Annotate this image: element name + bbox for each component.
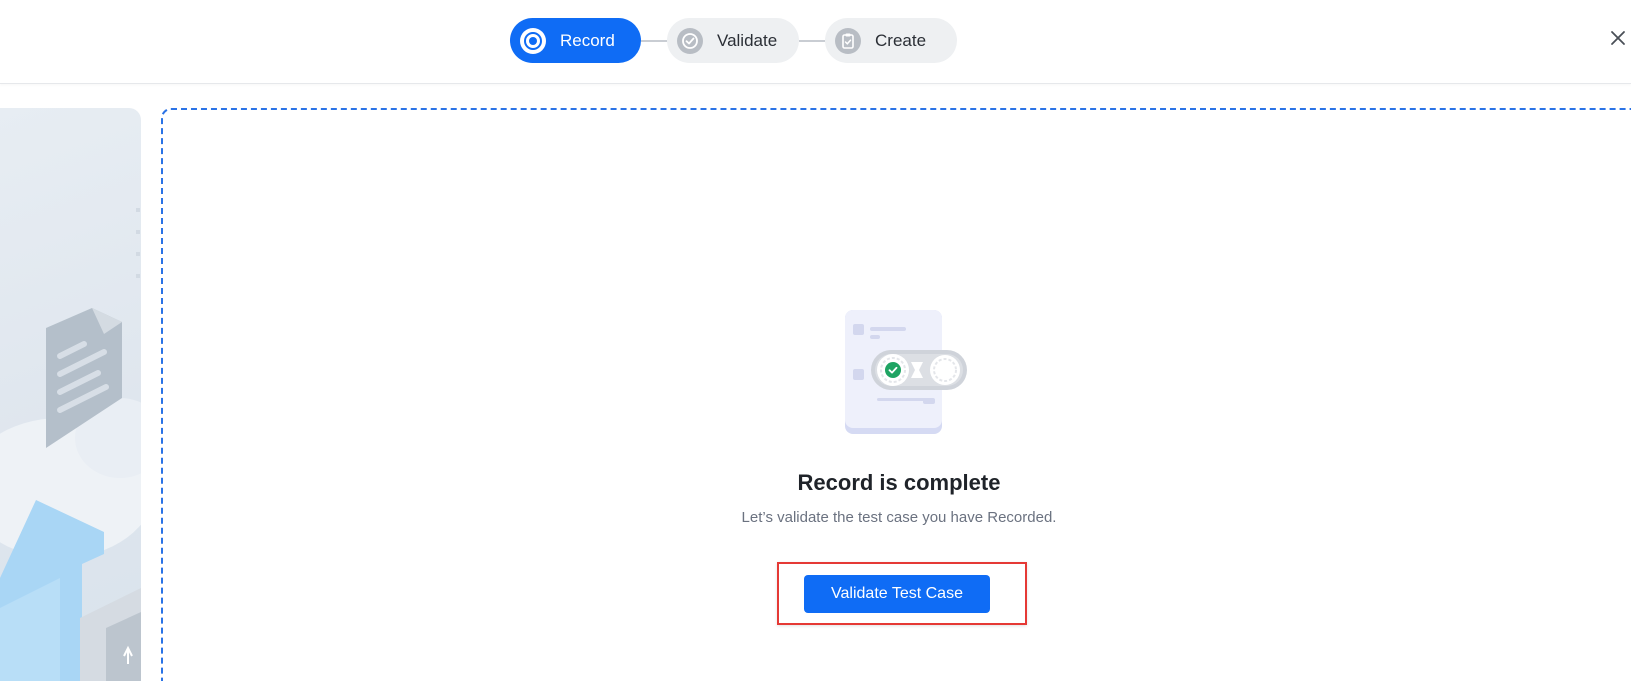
page-subtitle: Let’s validate the test case you have Re… — [741, 509, 1057, 526]
step-create-label: Create — [875, 30, 927, 50]
check-circle-icon — [677, 27, 703, 54]
close-button[interactable] — [1608, 28, 1628, 48]
app-window: Record Validate Create Record is complet… — [0, 0, 1631, 681]
step-validate-label: Validate — [717, 30, 778, 50]
step-validate[interactable]: Validate — [667, 18, 799, 63]
step-connector — [641, 39, 667, 42]
validate-test-case-button[interactable]: Validate Test Case — [804, 575, 990, 613]
page-title: Record is complete — [797, 470, 1001, 495]
step-record-label: Record — [560, 30, 615, 50]
step-create[interactable]: Create — [825, 18, 957, 63]
header-bar: Record Validate Create — [0, 0, 1631, 84]
record-complete-illustration — [845, 310, 970, 438]
step-record[interactable]: Record — [510, 18, 641, 63]
close-icon — [1611, 31, 1625, 45]
document-illustration — [0, 208, 141, 681]
decorative-side-panel — [0, 108, 141, 681]
clipboard-icon — [835, 27, 861, 54]
record-icon — [520, 27, 546, 54]
stepper: Record Validate Create — [510, 18, 957, 63]
step-connector — [799, 39, 825, 42]
